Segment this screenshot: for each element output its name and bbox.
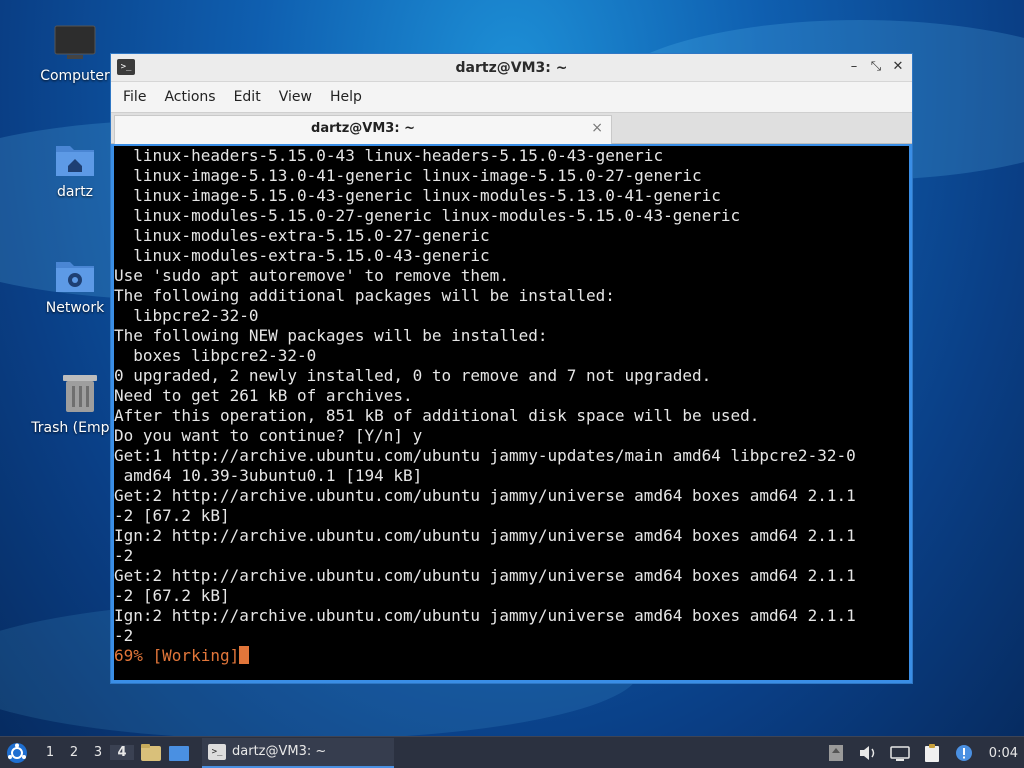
terminal-line: 0 upgraded, 2 newly installed, 0 to remo… — [114, 366, 712, 385]
terminal-line: The following NEW packages will be insta… — [114, 326, 548, 345]
terminal-task-icon: >_ — [208, 743, 226, 760]
menu-edit[interactable]: Edit — [228, 89, 267, 105]
terminal-line: -2 [67.2 kB] — [114, 586, 230, 605]
taskbar-task-terminal[interactable]: >_ dartz@VM3: ~ — [202, 737, 394, 768]
clipboard-icon[interactable] — [921, 742, 943, 764]
status-text: 69% [Working] — [114, 646, 240, 665]
terminal-window: >_ dartz@VM3: ~ – ⤡ ✕ File Actions Edit … — [110, 53, 913, 684]
update-notifier-icon[interactable] — [825, 742, 847, 764]
window-controls: – ⤡ ✕ — [846, 58, 906, 76]
terminal-line: linux-image-5.13.0-41-generic linux-imag… — [114, 166, 702, 185]
terminal-line: After this operation, 851 kB of addition… — [114, 406, 760, 425]
workspace-3[interactable]: 3 — [86, 745, 110, 760]
terminal-line: Get:2 http://archive.ubuntu.com/ubuntu j… — [114, 486, 856, 505]
menu-help[interactable]: Help — [324, 89, 368, 105]
window-title: dartz@VM3: ~ — [455, 59, 568, 76]
network-status-icon[interactable] — [889, 742, 911, 764]
terminal-cursor — [239, 646, 250, 664]
file-manager-icon[interactable] — [140, 743, 162, 763]
terminal-line: linux-modules-extra-5.15.0-43-generic — [114, 246, 490, 265]
terminal-line: linux-modules-extra-5.15.0-27-generic — [114, 226, 490, 245]
trash-icon — [63, 375, 97, 412]
terminal-line: boxes libpcre2-32-0 — [114, 346, 317, 365]
terminal-line: Do you want to continue? [Y/n] y — [114, 426, 423, 445]
clock[interactable]: 0:04 — [989, 746, 1018, 761]
terminal-line: -2 — [114, 546, 134, 565]
terminal-app-icon: >_ — [117, 59, 135, 75]
tab-terminal[interactable]: dartz@VM3: ~ × — [114, 115, 612, 144]
volume-icon[interactable] — [857, 742, 879, 764]
network-folder-icon — [56, 262, 94, 292]
terminal-line: -2 [67.2 kB] — [114, 506, 230, 525]
menu-file[interactable]: File — [117, 89, 152, 105]
terminal-line: Ign:2 http://archive.ubuntu.com/ubuntu j… — [114, 526, 856, 545]
terminal-line: Use 'sudo apt autoremove' to remove them… — [114, 266, 509, 285]
system-tray: 0:04 — [825, 737, 1024, 768]
workspace-4[interactable]: 4 — [110, 745, 134, 760]
show-desktop-icon[interactable] — [168, 743, 190, 763]
window-titlebar[interactable]: >_ dartz@VM3: ~ – ⤡ ✕ — [111, 54, 912, 82]
terminal-line: linux-image-5.15.0-43-generic linux-modu… — [114, 186, 721, 205]
tab-label: dartz@VM3: ~ — [311, 121, 415, 136]
workspace-1[interactable]: 1 — [38, 745, 62, 760]
tab-close-icon[interactable]: × — [591, 120, 603, 136]
terminal-line: Get:1 http://archive.ubuntu.com/ubuntu j… — [114, 446, 856, 465]
terminal-line: Need to get 261 kB of archives. — [114, 386, 413, 405]
taskbar: 1 2 3 4 >_ dartz@VM3: ~ 0:04 — [0, 736, 1024, 768]
terminal-line: Ign:2 http://archive.ubuntu.com/ubuntu j… — [114, 606, 856, 625]
maximize-icon[interactable]: ⤡ — [868, 58, 884, 76]
minimize-icon[interactable]: – — [846, 58, 862, 76]
notification-icon[interactable] — [953, 742, 975, 764]
terminal-line: linux-modules-5.15.0-27-generic linux-mo… — [114, 206, 741, 225]
computer-icon — [54, 25, 96, 59]
close-icon[interactable]: ✕ — [890, 58, 906, 76]
terminal-line: Get:2 http://archive.ubuntu.com/ubuntu j… — [114, 566, 856, 585]
terminal-line: amd64 10.39-3ubuntu0.1 [194 kB] — [114, 466, 423, 485]
start-menu-button[interactable] — [4, 740, 30, 766]
workspace-2[interactable]: 2 — [62, 745, 86, 760]
menu-actions[interactable]: Actions — [158, 89, 221, 105]
terminal-line: The following additional packages will b… — [114, 286, 615, 305]
terminal-output[interactable]: linux-headers-5.15.0-43 linux-headers-5.… — [114, 146, 909, 680]
terminal-line: -2 — [114, 626, 134, 645]
terminal-status-line: 69% [Working] — [114, 646, 909, 666]
tab-bar: dartz@VM3: ~ × — [111, 112, 912, 144]
terminal-line: linux-headers-5.15.0-43 linux-headers-5.… — [114, 146, 664, 165]
home-folder-icon — [56, 146, 94, 176]
terminal-line: libpcre2-32-0 — [114, 306, 259, 325]
menu-bar: File Actions Edit View Help — [111, 82, 912, 112]
menu-view[interactable]: View — [273, 89, 318, 105]
lubuntu-logo-icon — [7, 742, 27, 763]
taskbar-task-label: dartz@VM3: ~ — [232, 744, 327, 759]
